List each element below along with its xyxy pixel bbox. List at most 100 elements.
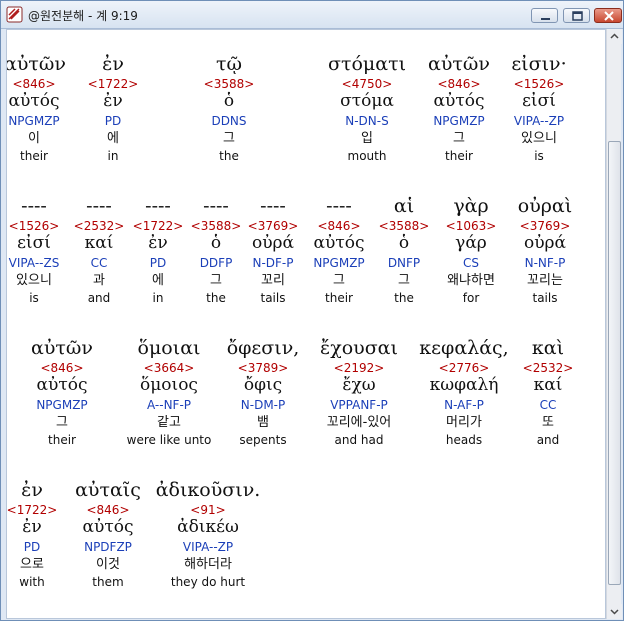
english-gloss: their	[48, 433, 76, 447]
strong-number: <846>	[317, 219, 361, 233]
word-column[interactable]: αὐτῶν <846> αὐτός NPGMZP 이 their	[7, 52, 66, 164]
word-column[interactable]: ---- <846> αὐτός NPGMZP 그 their	[307, 194, 371, 306]
word-column[interactable]: ἐν <1722> ἐν PD 에 in	[83, 52, 143, 164]
strong-number: <1063>	[445, 219, 497, 233]
word-column[interactable]: ὄφεσιν, <3789> ὄφις N-DM-P 뱀 sepents	[218, 336, 308, 448]
word-column[interactable]: ---- <3769> οὐρά N-DF-P 꼬리 tails	[244, 194, 302, 306]
korean-gloss: 꼬리	[261, 273, 285, 288]
word-column[interactable]: ---- <2532> καί CC 과 and	[71, 194, 127, 306]
lemma: καί	[84, 233, 114, 253]
maximize-button[interactable]	[563, 8, 590, 23]
korean-gloss: 에	[107, 131, 119, 146]
greek-word: ἐν	[21, 479, 43, 501]
word-column[interactable]: ---- <1526> εἰσί VIPA--ZS 있으니 is	[7, 194, 62, 306]
lemma: ἀδικέω	[177, 517, 239, 537]
maximize-icon	[572, 11, 583, 21]
greek-word: εἰσιν·	[511, 53, 567, 75]
lemma: ὁ	[223, 91, 235, 111]
word-column[interactable]: οὐραὶ <3769> οὐρά N-NF-P 꼬리는 tails	[513, 194, 577, 306]
english-gloss: and	[87, 291, 111, 305]
korean-gloss: 그	[333, 273, 345, 288]
english-gloss: were like unto	[126, 433, 212, 447]
greek-word: αὐτῶν	[31, 337, 93, 359]
parsing-code: DDNS	[211, 114, 247, 128]
word-column[interactable]: αὐτῶν <846> αὐτός NPGMZP 그 their	[23, 336, 101, 448]
strong-number: <91>	[190, 503, 226, 517]
lemma: ὁ	[398, 233, 410, 253]
word-column[interactable]: γὰρ <1063> γάρ CS 왜냐하면 for	[434, 194, 508, 306]
scroll-thumb[interactable]	[608, 141, 621, 585]
english-gloss: in	[107, 149, 119, 163]
parsing-code: CS	[463, 256, 479, 270]
minimize-button[interactable]	[531, 8, 558, 23]
word-column[interactable]: αὐτῶν <846> αὐτός NPGMZP 그 their	[422, 52, 496, 164]
greek-word: αἱ	[393, 195, 415, 217]
strong-number: <3769>	[247, 219, 299, 233]
word-column[interactable]: αἱ <3588> ὁ DNFP 그 the	[376, 194, 432, 306]
english-gloss: is	[534, 149, 544, 163]
word-column[interactable]: κεφαλάς, <2776> κωφαλή N-AF-P 머리가 heads	[414, 336, 514, 448]
app-logo-icon	[6, 6, 23, 23]
close-button[interactable]	[594, 8, 622, 23]
korean-gloss: 해하더라	[184, 557, 232, 572]
word-column[interactable]: ὅμοιαι <3664> ὅμοιος A--NF-P 같고 were like unt…	[119, 336, 219, 448]
vertical-scrollbar[interactable]	[606, 29, 622, 619]
chevron-down-icon	[610, 609, 619, 615]
lemma: εἰσί	[522, 91, 556, 111]
korean-gloss: 입	[361, 131, 373, 146]
lemma: αὐτός	[36, 375, 88, 395]
lemma: οὐρά	[523, 233, 567, 253]
word-column[interactable]: ---- <3588> ὁ DDFP 그 the	[188, 194, 244, 306]
parsing-code: NPGMZP	[433, 114, 485, 128]
word-column[interactable]: στόματι <4750> στόμα N-DN-S 입 mouth	[317, 52, 417, 164]
korean-gloss: 그	[223, 131, 235, 146]
parsing-code: A--NF-P	[146, 398, 192, 412]
korean-gloss: 있으니	[521, 131, 557, 146]
english-gloss: in	[152, 291, 164, 305]
strong-number: <846>	[12, 77, 56, 91]
lemma: οὐρά	[251, 233, 295, 253]
word-column[interactable]: εἰσιν· <1526> εἰσί VIPA--ZP 있으니 is	[507, 52, 571, 164]
greek-word: οὐραὶ	[517, 195, 573, 217]
word-column[interactable]: ἐν <1722> ἐν PD 으로 with	[7, 478, 60, 590]
strong-number: <1722>	[87, 77, 139, 91]
english-gloss: tails	[532, 291, 558, 305]
strong-number: <846>	[437, 77, 481, 91]
scroll-up-button[interactable]	[607, 29, 622, 44]
word-column[interactable]: ἀδικοῦσιν. <91> ἀδικέω VIPA--ZP 해하더라 they do …	[148, 478, 268, 590]
word-column[interactable]: καὶ <2532> καί CC 또 and	[518, 336, 578, 448]
word-column[interactable]: αὐταῖς <846> αὐτός NPDFZP 이것 them	[68, 478, 148, 590]
strong-number: <1722>	[132, 219, 184, 233]
parsing-code: N-DF-P	[252, 256, 294, 270]
parsing-code: CC	[90, 256, 108, 270]
korean-gloss: 그	[398, 273, 410, 288]
strong-number: <2776>	[438, 361, 490, 375]
english-gloss: their	[325, 291, 353, 305]
korean-gloss: 그	[210, 273, 222, 288]
title-bar[interactable]: @원전분해 - 계 9:19	[1, 1, 623, 29]
app-window: @원전분해 - 계 9:19 αὐτῶν <846> αὐτός NPGMZP 이 the…	[0, 0, 624, 621]
english-gloss: they do hurt	[170, 575, 246, 589]
greek-word: ----	[21, 195, 47, 217]
lemma: ἐν	[148, 233, 168, 253]
english-gloss: with	[19, 575, 45, 589]
parsing-code: VIPA--ZP	[182, 540, 234, 554]
scroll-down-button[interactable]	[607, 604, 622, 619]
greek-word: ἐν	[102, 53, 124, 75]
lemma: καί	[533, 375, 563, 395]
lemma: κωφαλή	[429, 375, 499, 395]
lemma: γάρ	[455, 233, 487, 253]
english-gloss: their	[445, 149, 473, 163]
lemma: στόμα	[340, 91, 394, 111]
greek-word: ----	[260, 195, 286, 217]
word-column[interactable]: τῷ <3588> ὁ DDNS 그 the	[184, 52, 274, 164]
word-column[interactable]: ---- <1722> ἐν PD 에 in	[130, 194, 186, 306]
parsing-code: VIPA--ZP	[513, 114, 565, 128]
strong-number: <2532>	[522, 361, 574, 375]
korean-gloss: 그	[453, 131, 465, 146]
strong-number: <3789>	[237, 361, 289, 375]
parsing-code: VPPANF-P	[330, 398, 388, 412]
word-column[interactable]: ἔχουσαι <2192> ἔχω VPPANF-P 꼬리에-있어 and had	[309, 336, 409, 448]
korean-gloss: 으로	[20, 557, 44, 572]
verse-analysis-pane: αὐτῶν <846> αὐτός NPGMZP 이 their ἐν <1722> ἐν PD 에…	[6, 29, 606, 619]
